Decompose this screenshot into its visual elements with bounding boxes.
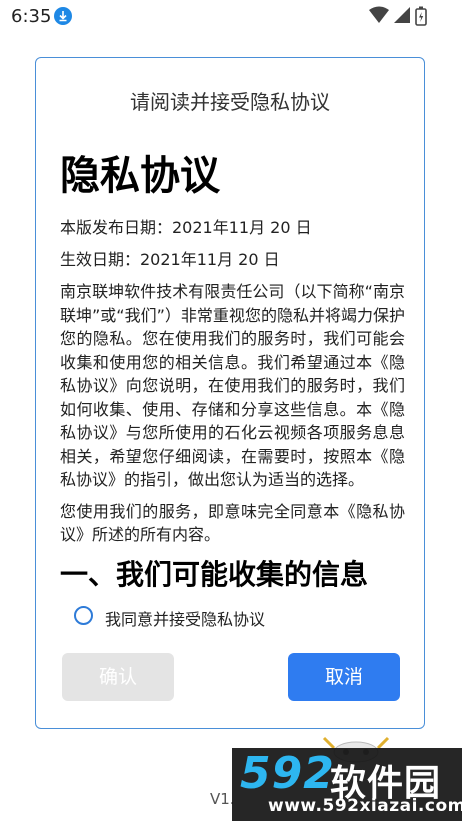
- cancel-button[interactable]: 取消: [288, 653, 400, 701]
- effective-date: 生效日期：2021年11月 20 日: [60, 250, 280, 269]
- watermark-url: www.592xiazai.com: [268, 796, 462, 816]
- privacy-paragraph: 南京联坤软件技术有限责任公司（以下简称“南京联坤”或“我们”）非常重视您的隐私并…: [60, 282, 405, 489]
- download-icon: [54, 7, 72, 25]
- section-heading: 一、我们可能收集的信息: [60, 557, 369, 591]
- signal-icon: [393, 6, 411, 28]
- publish-date: 本版发布日期：2021年11月 20 日: [60, 218, 312, 237]
- agree-label[interactable]: 我同意并接受隐私协议: [105, 606, 265, 630]
- app-version-text: V1.: [210, 790, 235, 808]
- status-bar: 6:35: [0, 0, 462, 34]
- document-heading: 隐私协议: [60, 153, 220, 199]
- wifi-icon: [369, 6, 389, 28]
- privacy-content-scroll[interactable]: 隐私协议 本版发布日期：2021年11月 20 日 生效日期：2021年11月 …: [60, 150, 405, 593]
- watermark-number: 592: [240, 748, 335, 799]
- battery-icon: [415, 6, 427, 30]
- consent-paragraph: 您使用我们的服务，即意味完全同意本《隐私协议》所述的所有内容。: [60, 501, 405, 545]
- status-time: 6:35: [11, 6, 52, 27]
- watermark-logo: 592 软件园 www.592xiazai.com: [232, 748, 462, 821]
- agree-radio-button[interactable]: [74, 606, 93, 625]
- confirm-button[interactable]: 确认: [62, 653, 174, 701]
- privacy-dialog: 请阅读并接受隐私协议 隐私协议 本版发布日期：2021年11月 20 日 生效日…: [35, 57, 425, 729]
- dialog-title: 请阅读并接受隐私协议: [130, 90, 330, 114]
